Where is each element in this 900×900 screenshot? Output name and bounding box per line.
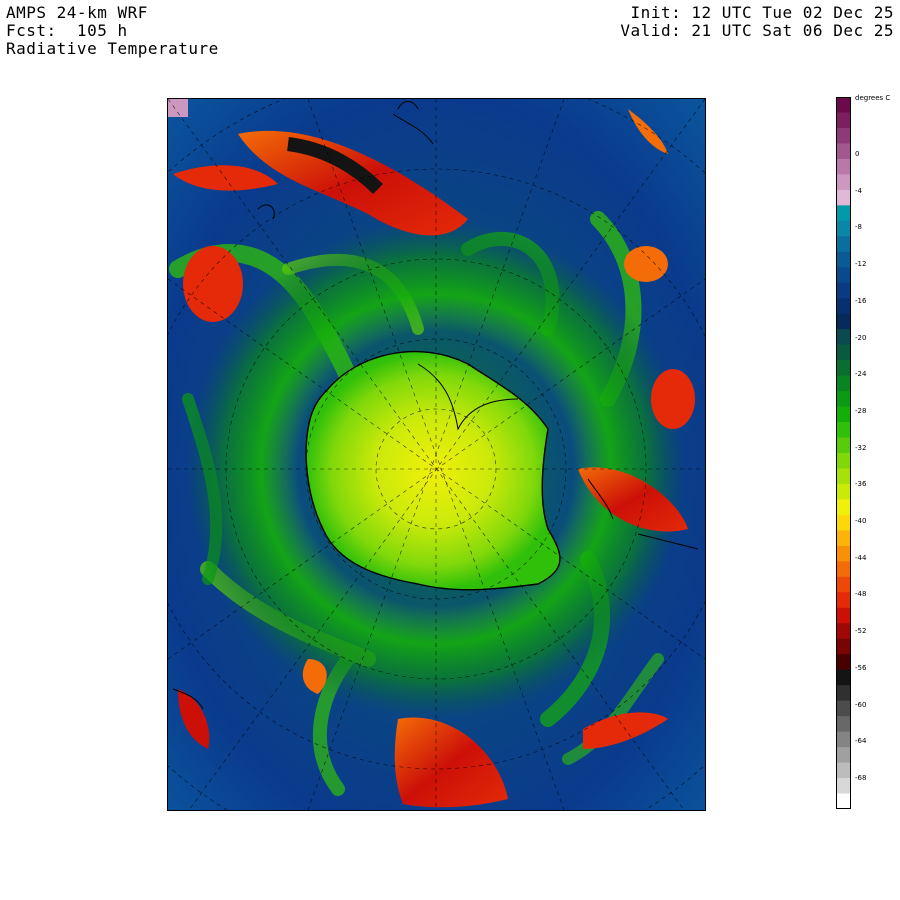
colorbar-swatch bbox=[836, 406, 851, 423]
colorbar-swatch bbox=[836, 669, 851, 686]
colorbar-tick-label: -40 bbox=[855, 517, 867, 525]
colorbar-swatch bbox=[836, 298, 851, 315]
colorbar-tick-label: -48 bbox=[855, 590, 867, 599]
colorbar-swatch bbox=[836, 545, 851, 562]
colorbar-swatch bbox=[836, 127, 851, 145]
colorbar-swatch bbox=[836, 391, 851, 408]
colorbar-swatch bbox=[836, 716, 851, 733]
colorbar-swatch bbox=[836, 97, 851, 114]
colorbar-swatch bbox=[836, 360, 851, 377]
colorbar-swatch bbox=[836, 158, 851, 175]
colorbar-swatch bbox=[836, 576, 851, 593]
colorbar-swatch bbox=[836, 638, 851, 655]
colorbar-swatch bbox=[836, 220, 851, 237]
colorbar-tick-label: 0 bbox=[855, 150, 860, 158]
colorbar-swatch bbox=[836, 375, 851, 392]
header-right: Init: 12 UTC Tue 02 Dec 25 Valid: 21 UTC … bbox=[620, 4, 894, 40]
colorbar-swatch bbox=[836, 778, 851, 795]
colorbar-swatch bbox=[836, 282, 851, 299]
colorbar bbox=[836, 97, 851, 809]
colorbar-tick-label: -28 bbox=[855, 406, 867, 415]
colorbar-swatch bbox=[836, 483, 851, 501]
colorbar-swatch bbox=[836, 344, 851, 361]
colorbar-tick-label: -12 bbox=[855, 260, 867, 269]
colorbar-tick-label: -20 bbox=[855, 333, 867, 342]
colorbar-swatch bbox=[836, 654, 851, 671]
colorbar-swatch bbox=[836, 561, 851, 578]
field-name: Radiative Temperature bbox=[6, 39, 219, 58]
colorbar-tick-label: -44 bbox=[855, 553, 867, 562]
header-left: AMPS 24-km WRF Fcst: 105 h Radiative Tempe… bbox=[6, 4, 219, 58]
colorbar-swatch bbox=[836, 468, 851, 485]
valid-time: Valid: 21 UTC Sat 06 Dec 25 bbox=[620, 21, 894, 40]
colorbar-tick-label: -36 bbox=[855, 480, 867, 489]
colorbar-swatch bbox=[836, 189, 851, 206]
colorbar-swatch bbox=[836, 607, 851, 624]
colorbar-tick-label: -52 bbox=[855, 627, 867, 636]
colorbar-swatch bbox=[836, 623, 851, 640]
colorbar-swatch bbox=[836, 685, 851, 702]
colorbar-swatch bbox=[836, 422, 851, 439]
colorbar-swatch bbox=[836, 437, 851, 454]
colorbar-swatch bbox=[836, 112, 851, 129]
warm-corner bbox=[168, 99, 188, 117]
colorbar-tick-label: -4 bbox=[855, 186, 862, 195]
colorbar-swatch bbox=[836, 793, 851, 809]
colorbar-swatch bbox=[836, 762, 851, 779]
colorbar-tick-label: -8 bbox=[855, 223, 862, 232]
colorbar-swatch bbox=[836, 329, 851, 346]
colorbar-swatch bbox=[836, 251, 851, 268]
colorbar-tick-label: -64 bbox=[855, 737, 867, 746]
colorbar-swatch bbox=[836, 267, 851, 284]
colorbar-tick-label: -60 bbox=[855, 700, 867, 709]
colorbar-swatch bbox=[836, 205, 851, 222]
model-title: AMPS 24-km WRF bbox=[6, 3, 148, 22]
colorbar-swatch bbox=[836, 747, 851, 764]
colorbar-tick-label: -24 bbox=[855, 370, 867, 379]
colorbar-swatch bbox=[836, 236, 851, 253]
colorbar-unit: degrees C bbox=[855, 94, 891, 102]
colorbar-swatch bbox=[836, 700, 851, 717]
colorbar-tick-label: -68 bbox=[855, 773, 867, 782]
colorbar-swatch bbox=[836, 499, 851, 516]
colorbar-swatch bbox=[836, 143, 851, 160]
colorbar-swatch bbox=[836, 514, 851, 531]
forecast-hour: Fcst: 105 h bbox=[6, 21, 128, 40]
colorbar-swatch bbox=[836, 174, 851, 191]
radiative-temperature-map bbox=[168, 99, 705, 810]
colorbar-swatch bbox=[836, 530, 851, 547]
colorbar-swatch bbox=[836, 592, 851, 609]
colorbar-tick-label: -56 bbox=[855, 663, 867, 672]
colorbar-tick-label: -16 bbox=[855, 296, 867, 305]
map-panel bbox=[167, 98, 706, 811]
colorbar-swatch bbox=[836, 731, 851, 748]
colorbar-swatch bbox=[836, 313, 851, 330]
colorbar-swatch bbox=[836, 453, 851, 470]
colorbar-tick-label: -32 bbox=[855, 443, 867, 452]
init-time: Init: 12 UTC Tue 02 Dec 25 bbox=[630, 3, 894, 22]
